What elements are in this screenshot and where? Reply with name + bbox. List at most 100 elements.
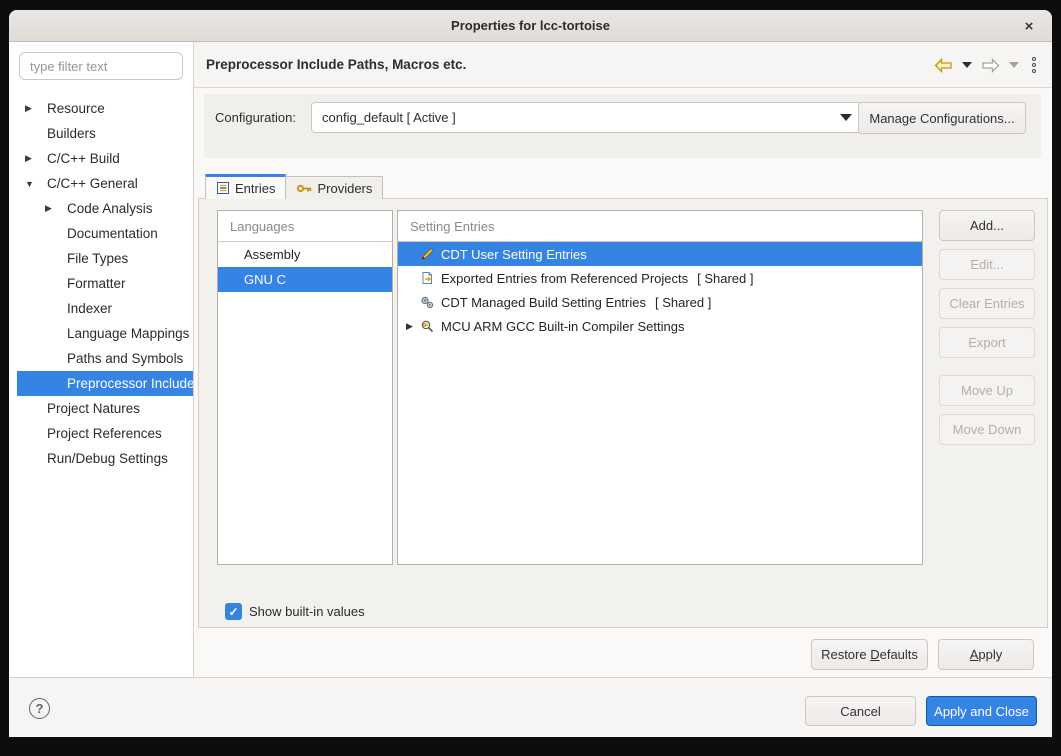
configuration-select[interactable]: config_default [ Active ] — [311, 102, 863, 133]
back-icon[interactable] — [934, 58, 953, 73]
entries-tab-content: Languages Assembly GNU C Setting Entries — [198, 198, 1048, 628]
sidebar-item-cpp-general[interactable]: ▼ C/C++ General — [9, 171, 193, 196]
chevron-right-icon: ▶ — [25, 153, 35, 164]
export-button[interactable]: Export — [939, 327, 1035, 358]
tree-label: Run/Debug Settings — [47, 451, 168, 466]
sidebar-item-builders[interactable]: Builders — [9, 121, 193, 146]
sidebar-item-language-mappings[interactable]: Language Mappings — [9, 321, 193, 346]
key-icon — [296, 183, 312, 194]
add-button[interactable]: Add... — [939, 210, 1035, 241]
show-builtin-row: ✓ Show built-in values — [225, 603, 365, 620]
tree-label: Project References — [47, 426, 162, 441]
tab-label: Entries — [235, 181, 275, 196]
sidebar-item-paths-and-symbols[interactable]: Paths and Symbols — [9, 346, 193, 371]
tree-label: Language Mappings — [67, 326, 189, 341]
preferences-tree: ▶ Resource Builders ▶ C/C++ Build ▼ C/C+… — [9, 96, 193, 471]
help-icon[interactable]: ? — [29, 698, 50, 719]
properties-dialog: Properties for lcc-tortoise × ▶ Resource… — [9, 10, 1052, 737]
restore-defaults-button[interactable]: Restore Defaults — [811, 639, 928, 670]
apply-button[interactable]: Apply — [938, 639, 1034, 670]
cancel-button[interactable]: Cancel — [805, 696, 916, 726]
tab-entries[interactable]: Entries — [205, 174, 286, 199]
export-document-icon — [420, 270, 436, 286]
cancel-label: Cancel — [840, 704, 880, 719]
manage-configurations-label: Manage Configurations... — [869, 111, 1014, 126]
configuration-group: Configuration: config_default [ Active ]… — [204, 94, 1041, 158]
settings-panel: Preprocessor Include Paths, Macros etc. … — [194, 42, 1052, 677]
entry-label: CDT User Setting Entries — [441, 247, 587, 262]
edit-label: Edit... — [970, 257, 1003, 272]
configuration-label: Configuration: — [215, 110, 296, 125]
chevron-right-icon[interactable]: ▶ — [406, 321, 420, 332]
entry-row-exported[interactable]: Exported Entries from Referenced Project… — [398, 266, 922, 290]
page-title: Preprocessor Include Paths, Macros etc. — [206, 57, 466, 72]
manage-configurations-button[interactable]: Manage Configurations... — [858, 102, 1026, 134]
clear-entries-label: Clear Entries — [949, 296, 1024, 311]
forward-history-dropdown-icon[interactable] — [1009, 62, 1019, 68]
forward-icon[interactable] — [981, 58, 1000, 73]
pencil-icon — [420, 246, 436, 262]
back-history-dropdown-icon[interactable] — [962, 62, 972, 68]
panel-actions: Restore Defaults Apply — [194, 639, 1052, 670]
dialog-footer: ? Cancel Apply and Close — [9, 677, 1052, 737]
chevron-right-icon: ▶ — [25, 103, 35, 114]
filter-input[interactable] — [19, 52, 183, 80]
show-builtin-checkbox[interactable]: ✓ — [225, 603, 242, 620]
tab-label: Providers — [317, 181, 372, 196]
sidebar-item-preprocessor-include[interactable]: Preprocessor Include Paths, Macros etc. — [17, 371, 193, 396]
move-up-button[interactable]: Move Up — [939, 375, 1035, 406]
language-item-gnu-c[interactable]: GNU C — [218, 267, 392, 292]
sidebar-item-resource[interactable]: ▶ Resource — [9, 96, 193, 121]
tree-label: Builders — [47, 126, 96, 141]
clear-entries-button[interactable]: Clear Entries — [939, 288, 1035, 319]
add-label: Add... — [970, 218, 1004, 233]
apply-and-close-button[interactable]: Apply and Close — [926, 696, 1037, 726]
history-nav — [934, 42, 1036, 88]
dialog-body: ▶ Resource Builders ▶ C/C++ Build ▼ C/C+… — [9, 42, 1052, 677]
check-icon: ✓ — [228, 605, 238, 619]
entry-row-managed-build[interactable]: CDT Managed Build Setting Entries [ Shar… — [398, 290, 922, 314]
entry-label: CDT Managed Build Setting Entries — [441, 295, 646, 310]
help-glyph: ? — [36, 701, 44, 716]
overflow-menu-icon[interactable] — [1032, 57, 1036, 73]
title-bar[interactable]: Properties for lcc-tortoise × — [9, 10, 1052, 42]
sidebar-item-indexer[interactable]: Indexer — [9, 296, 193, 321]
tree-label: Preprocessor Include Paths, Macros etc. — [67, 376, 193, 391]
sidebar-item-cpp-build[interactable]: ▶ C/C++ Build — [9, 146, 193, 171]
show-builtin-label: Show built-in values — [249, 604, 365, 619]
export-label: Export — [968, 335, 1006, 350]
edit-button[interactable]: Edit... — [939, 249, 1035, 280]
entry-row-cdt-user[interactable]: CDT User Setting Entries — [398, 242, 922, 266]
setting-entries-list: Setting Entries CDT User Setting Entries — [397, 210, 923, 565]
combo-dropdown-icon — [840, 114, 852, 121]
move-down-button[interactable]: Move Down — [939, 414, 1035, 445]
tab-providers[interactable]: Providers — [286, 176, 383, 199]
close-icon[interactable]: × — [1018, 15, 1040, 37]
restore-defaults-label: Restore Defaults — [821, 647, 918, 662]
tree-label: C/C++ Build — [47, 151, 120, 166]
tree-label: Project Natures — [47, 401, 140, 416]
sidebar-item-project-references[interactable]: Project References — [9, 421, 193, 446]
sidebar-item-run-debug-settings[interactable]: Run/Debug Settings — [9, 446, 193, 471]
chevron-down-icon: ▼ — [25, 179, 35, 189]
move-up-label: Move Up — [961, 383, 1013, 398]
window-title: Properties for lcc-tortoise — [451, 18, 610, 33]
sidebar-item-documentation[interactable]: Documentation — [9, 221, 193, 246]
tree-label: Formatter — [67, 276, 126, 291]
sidebar-item-formatter[interactable]: Formatter — [9, 271, 193, 296]
languages-list: Languages Assembly GNU C — [217, 210, 393, 565]
language-label: GNU C — [244, 272, 286, 287]
language-label: Assembly — [244, 247, 300, 262]
setting-entries-header: Setting Entries — [398, 211, 922, 242]
sidebar-item-code-analysis[interactable]: ▶ Code Analysis — [9, 196, 193, 221]
sidebar-item-project-natures[interactable]: Project Natures — [9, 396, 193, 421]
entry-suffix: [ Shared ] — [697, 271, 753, 286]
sidebar-item-file-types[interactable]: File Types — [9, 246, 193, 271]
magnifier-key-icon — [420, 318, 436, 334]
entries-tab-icon — [216, 181, 230, 195]
entry-label: MCU ARM GCC Built-in Compiler Settings — [441, 319, 684, 334]
language-item-assembly[interactable]: Assembly — [218, 242, 392, 267]
tree-label: Resource — [47, 101, 105, 116]
languages-header: Languages — [218, 211, 392, 242]
entry-row-mcu-arm-gcc[interactable]: ▶ MCU ARM GCC Built-in Compiler Settings — [398, 314, 922, 338]
